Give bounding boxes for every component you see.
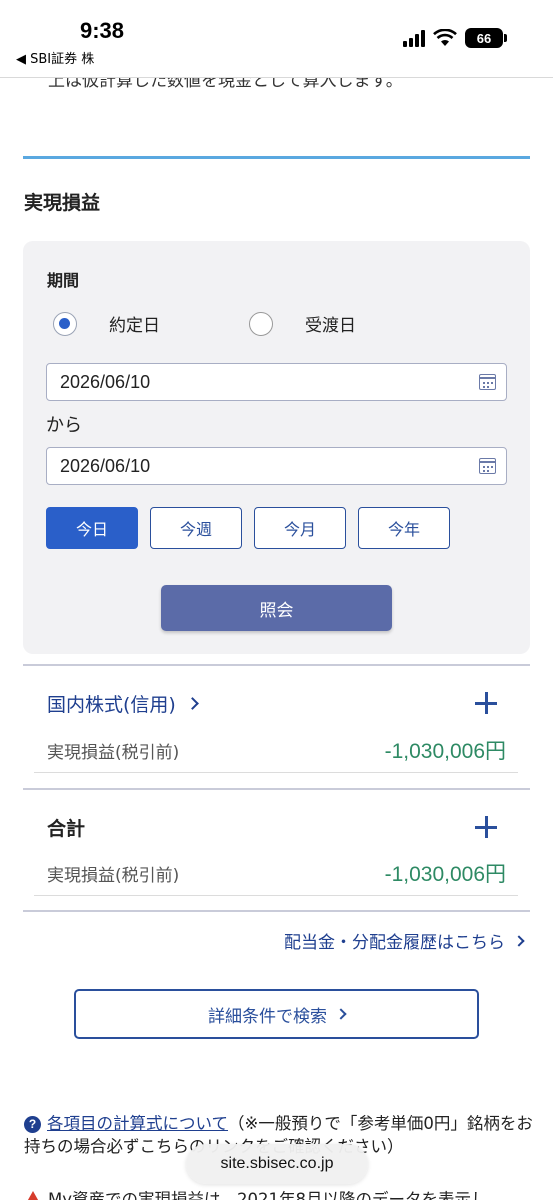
chevron-right-icon xyxy=(513,934,525,947)
warning-text: My資産での実現損益は、2021年8月以降のデータを表示し xyxy=(48,1190,488,1200)
warning-line: My資産での実現損益は、2021年8月以降のデータを表示し xyxy=(24,1186,534,1200)
status-icons: 66 xyxy=(403,28,507,48)
detail-search-button[interactable]: 詳細条件で検索 xyxy=(74,989,479,1039)
row-rule xyxy=(34,895,518,896)
radio-checked-icon xyxy=(53,311,77,336)
query-button[interactable]: 照会 xyxy=(161,585,392,631)
wifi-icon xyxy=(433,29,457,46)
this-month-button[interactable]: 今月 xyxy=(254,507,346,549)
radio-unchecked-icon xyxy=(249,311,273,336)
row-title-text: 国内株式(信用) xyxy=(47,694,176,716)
domestic-margin-link[interactable]: 国内株式(信用) xyxy=(47,690,199,717)
warning-icon xyxy=(24,1191,42,1200)
back-to-app-link[interactable]: ◀ SBI証券 株 xyxy=(16,48,94,67)
section-title: 実現損益 xyxy=(24,192,101,214)
dividend-link-text: 配当金・分配金履歴はこちら xyxy=(284,933,505,953)
dividend-history-link[interactable]: 配当金・分配金履歴はこちら xyxy=(284,928,525,953)
chevron-right-icon xyxy=(185,697,199,710)
radio-label: 約定日 xyxy=(109,316,160,336)
date-from-input[interactable]: 2026/06/10 xyxy=(46,363,507,401)
radio-settlement-date[interactable]: 受渡日 xyxy=(249,311,356,336)
this-week-button[interactable]: 今週 xyxy=(150,507,242,549)
battery-icon: 66 xyxy=(465,28,507,48)
expand-plus-icon[interactable] xyxy=(475,816,497,838)
calendar-icon[interactable] xyxy=(479,458,496,474)
date-to-input[interactable]: 2026/06/10 xyxy=(46,447,507,485)
calendar-icon[interactable] xyxy=(479,374,496,390)
from-label: から xyxy=(46,415,82,436)
section-divider xyxy=(23,156,530,159)
status-bar: 9:38 ◀ SBI証券 株 66 xyxy=(0,0,553,78)
row-divider xyxy=(23,910,530,912)
total-realized-pl-label: 実現損益(税引前) xyxy=(47,866,180,886)
today-button[interactable]: 今日 xyxy=(46,507,138,549)
chevron-right-icon xyxy=(335,1008,347,1020)
radio-trade-date[interactable]: 約定日 xyxy=(53,311,160,336)
question-icon: ? xyxy=(24,1116,41,1133)
this-year-button[interactable]: 今年 xyxy=(358,507,450,549)
date-to-value: 2026/06/10 xyxy=(60,456,151,476)
expand-plus-icon[interactable] xyxy=(475,692,497,714)
cellular-signal-icon xyxy=(403,29,425,47)
radio-label: 受渡日 xyxy=(305,316,356,336)
total-title: 合計 xyxy=(47,818,86,840)
total-realized-pl-value: -1,030,006円 xyxy=(384,863,506,886)
realized-pl-label: 実現損益(税引前) xyxy=(47,743,180,763)
row-divider xyxy=(23,664,530,666)
status-time: 9:38 xyxy=(80,18,125,43)
url-bar[interactable]: site.sbisec.co.jp xyxy=(186,1144,368,1184)
calc-formula-link[interactable]: 各項目の計算式について xyxy=(47,1114,228,1133)
row-rule xyxy=(34,772,518,773)
row-divider xyxy=(23,788,530,790)
date-from-value: 2026/06/10 xyxy=(60,372,151,392)
filter-panel: 期間 約定日 受渡日 2026/06/10 から 2026/06/10 今日 今… xyxy=(23,241,530,654)
realized-pl-value: -1,030,006円 xyxy=(384,740,506,763)
detail-search-label: 詳細条件で検索 xyxy=(208,1006,327,1027)
period-label: 期間 xyxy=(47,271,80,290)
